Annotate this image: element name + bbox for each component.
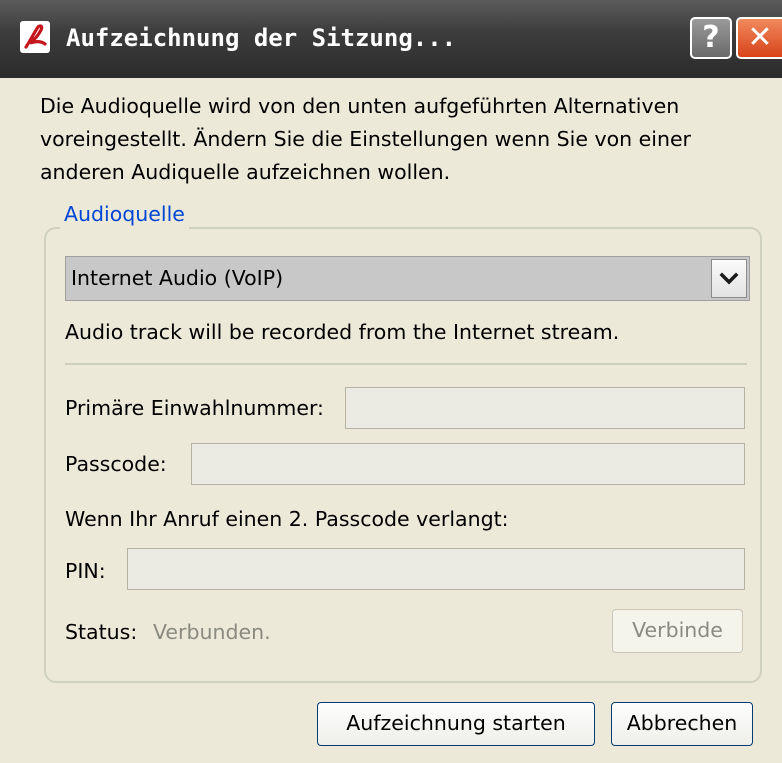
window-title: Aufzeichnung der Sitzung... — [66, 24, 457, 52]
recording-dialog-window: Aufzeichnung der Sitzung... ? ✕ Die Audi… — [0, 0, 782, 763]
status-value: Verbunden. — [153, 620, 271, 644]
title-bar[interactable]: Aufzeichnung der Sitzung... ? ✕ — [0, 0, 782, 78]
status-label: Status: — [65, 620, 138, 644]
intro-text: Die Audioquelle wird von den unten aufge… — [40, 94, 691, 184]
dropdown-button[interactable] — [711, 259, 747, 298]
cancel-button[interactable]: Abbrechen — [611, 702, 753, 746]
primary-dial-in-field[interactable] — [345, 387, 745, 429]
app-logo-icon — [20, 21, 50, 53]
help-button[interactable]: ? — [690, 17, 732, 59]
chevron-down-icon — [719, 272, 739, 285]
audio-source-selected-value: Internet Audio (VoIP) — [71, 266, 284, 290]
pin-field[interactable] — [127, 548, 745, 590]
close-button[interactable]: ✕ — [736, 17, 782, 59]
passcode-field[interactable] — [191, 443, 745, 485]
audio-source-description: Audio track will be recorded from the In… — [65, 320, 620, 344]
group-divider — [65, 363, 747, 365]
audio-source-select[interactable]: Internet Audio (VoIP) — [65, 256, 750, 301]
start-recording-button[interactable]: Aufzeichnung starten — [317, 702, 595, 746]
primary-dial-in-label: Primäre Einwahlnummer: — [65, 396, 324, 420]
connect-button[interactable]: Verbinde — [612, 609, 743, 653]
passcode-label: Passcode: — [65, 452, 167, 476]
audio-source-group-label: Audioquelle — [60, 198, 189, 231]
pin-label: PIN: — [65, 559, 106, 583]
second-passcode-note: Wenn Ihr Anruf einen 2. Passcode verlang… — [65, 507, 509, 531]
